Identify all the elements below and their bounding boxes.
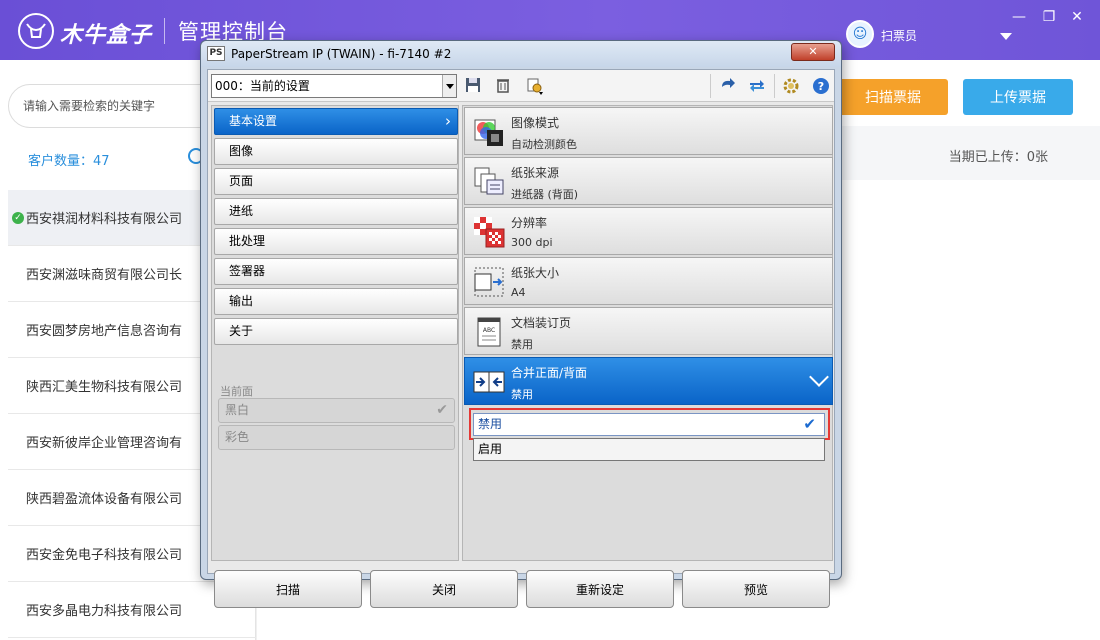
check-icon: ✔ (436, 402, 448, 418)
setting-paper-size[interactable]: 纸张大小 A4 (464, 257, 833, 305)
toolbar: 000：当前的设置 ? (208, 70, 834, 102)
dialog-body: 000：当前的设置 ? 基本设置 › 图像 页面 进纸 批处理 签署器 输出 关… (207, 69, 835, 608)
nav-item-imprinter[interactable]: 签署器 (214, 258, 458, 285)
side-option-bw: 黑白 ✔ (218, 398, 455, 423)
setting-resolution[interactable]: 分辨率 300 dpi (464, 207, 833, 255)
nav-item-output[interactable]: 输出 (214, 288, 458, 315)
preset-select[interactable]: 000：当前的设置 (211, 74, 457, 98)
reset-button[interactable]: 重新设定 (526, 570, 674, 608)
dialog-titlebar[interactable]: PS PaperStream IP (TWAIN) - fi-7140 #2 ✕ (201, 41, 841, 67)
color-mode-icon (473, 116, 505, 148)
nav-item-about[interactable]: 关于 (214, 318, 458, 345)
gear-icon[interactable] (782, 77, 800, 95)
swap-icon[interactable] (748, 77, 766, 95)
save-icon[interactable] (464, 77, 482, 95)
svg-text:ABC: ABC (483, 327, 495, 334)
nav-item-basic-settings[interactable]: 基本设置 › (214, 108, 458, 135)
settings-nav: 基本设置 › 图像 页面 进纸 批处理 签署器 输出 关于 当前面 黑白 ✔ 彩… (211, 105, 459, 561)
chevron-right-icon: › (445, 112, 451, 130)
chevron-down-icon[interactable] (809, 367, 829, 387)
avatar[interactable]: ☺ (846, 20, 874, 48)
chevron-down-icon[interactable] (442, 75, 456, 97)
binding-icon: ABC (473, 316, 505, 348)
minimize-icon[interactable]: — (1010, 8, 1028, 26)
customer-count: 客户数量：47 (28, 154, 110, 169)
toolbar-separator (774, 74, 775, 98)
dialog-title: PaperStream IP (TWAIN) - fi-7140 #2 (231, 47, 452, 61)
check-icon: ✔ (803, 415, 816, 433)
scan-ticket-button[interactable]: 扫描票据 (838, 79, 948, 115)
restore-icon[interactable]: ❐ (1040, 8, 1058, 26)
delete-icon[interactable] (494, 77, 512, 95)
nav-item-page[interactable]: 页面 (214, 168, 458, 195)
upload-count: 当期已上传：0张 (948, 150, 1048, 165)
check-icon: ✓ (12, 211, 24, 224)
merge-option-enable[interactable]: 启用 (473, 438, 825, 461)
paper-source-icon (473, 166, 505, 198)
paper-size-icon (473, 266, 505, 298)
upload-ticket-button[interactable]: 上传票据 (963, 79, 1073, 115)
profile-settings-icon[interactable] (526, 77, 544, 95)
close-icon[interactable]: ✕ (1068, 8, 1086, 26)
scan-button[interactable]: 扫描 (214, 570, 362, 608)
ps-app-icon: PS (207, 46, 225, 61)
toolbar-separator (710, 74, 711, 98)
setting-paper-source[interactable]: 纸张来源 进纸器 (背面) (464, 157, 833, 205)
dialog-close-button[interactable]: ✕ (791, 43, 835, 61)
merge-option-disable[interactable]: 禁用 ✔ (473, 413, 825, 436)
merge-icon (473, 366, 505, 398)
header-divider (164, 18, 165, 44)
setting-merge-front-back[interactable]: 合并正面/背面 禁用 (464, 357, 833, 405)
chevron-down-icon[interactable] (1000, 33, 1012, 40)
brand-name: 木牛盒子 (60, 23, 153, 48)
scanner-dialog: PS PaperStream IP (TWAIN) - fi-7140 #2 ✕… (200, 40, 842, 608)
help-icon[interactable]: ? (812, 77, 830, 95)
preview-button[interactable]: 预览 (682, 570, 830, 608)
nav-item-image[interactable]: 图像 (214, 138, 458, 165)
setting-document-binding[interactable]: ABC 文档装订页 禁用 (464, 307, 833, 355)
settings-panel: 图像模式 自动检测颜色 纸张来源 进纸器 (背面) 分辨率 300 dpi 纸张… (462, 105, 833, 561)
bull-logo-icon (18, 13, 54, 49)
setting-image-mode[interactable]: 图像模式 自动检测颜色 (464, 107, 833, 155)
undo-icon[interactable] (718, 77, 736, 95)
current-side-label: 当前面 (220, 385, 253, 398)
nav-item-batch[interactable]: 批处理 (214, 228, 458, 255)
side-option-color: 彩色 (218, 425, 455, 450)
close-button[interactable]: 关闭 (370, 570, 518, 608)
resolution-icon (473, 216, 505, 248)
svg-text:?: ? (818, 80, 824, 93)
nav-item-feed[interactable]: 进纸 (214, 198, 458, 225)
user-name: 扫票员 (881, 29, 918, 43)
